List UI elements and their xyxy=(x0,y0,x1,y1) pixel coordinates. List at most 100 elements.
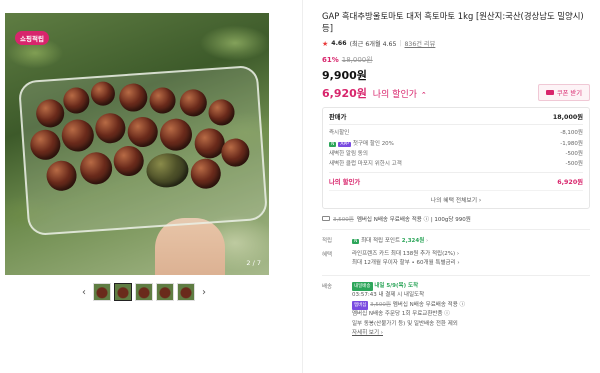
tomato-graphic xyxy=(79,151,114,186)
tomato-graphic xyxy=(148,86,177,115)
original-price: 18,000원 xyxy=(341,56,373,64)
breakdown-row-label: 즉시할인 xyxy=(329,130,350,137)
thumbnail[interactable] xyxy=(156,283,174,301)
section-divider xyxy=(322,274,590,276)
arrival-date: 내일 5/9(목) 도착 xyxy=(374,282,419,289)
delivery-cutoff: 03:57:43 내 결제 시 내일도착 xyxy=(352,292,425,299)
points-text-prefix: 최대 적립 포인트 xyxy=(361,237,401,244)
tomato-graphic xyxy=(145,151,190,189)
view-all-benefits-link[interactable]: 나의 혜택 전체보기 › xyxy=(329,189,583,204)
breakdown-head-value: 18,000원 xyxy=(552,114,583,121)
breakdown-total-label: 나의 할인가 xyxy=(329,178,361,186)
delivery-label: 배송 xyxy=(322,283,333,290)
tomorrow-delivery-pill: 내일배송 xyxy=(352,281,373,292)
breakdown-row-value: -500원 xyxy=(565,161,583,168)
coupon-icon xyxy=(545,90,554,95)
thumbnail[interactable] xyxy=(177,283,195,301)
membership-pill: 멤버십 xyxy=(352,300,369,311)
tomato-graphic xyxy=(94,112,127,145)
tomato-graphic xyxy=(29,128,62,161)
tomato-graphic xyxy=(220,137,251,168)
star-icon: ★ xyxy=(322,39,329,48)
breakdown-row-label: 첫구매 할인 20% xyxy=(352,140,394,147)
discount-line: 61% 18,000원 xyxy=(322,55,590,65)
shipping-summary: 3,500원 멤버십 N배송 무료배송 적용 ⓘ | 100g당 990원 xyxy=(322,215,590,223)
breakdown-row-value: -500원 xyxy=(565,150,583,157)
tomato-graphic xyxy=(118,82,149,113)
tomato-graphic xyxy=(178,88,208,118)
card-benefit-link[interactable]: 라인프렌즈 카드 최대 138원 추가 적립(2%) › xyxy=(352,250,590,260)
delivery-row: 배송 내일배송 내일 5/9(목) 도착 03:57:43 내 결제 시 내일도… xyxy=(322,281,590,339)
points-row[interactable]: 적립 N 최대 적립 포인트 2,324원 › xyxy=(322,236,590,244)
tomato-graphic xyxy=(45,159,78,192)
my-price-label: 나의 할인가 xyxy=(372,89,418,100)
delivery-arrive-line: 내일배송 내일 5/9(목) 도착 xyxy=(352,281,590,292)
product-gallery: 쇼핑적립 2 / 7 ‹ › xyxy=(0,0,300,373)
delivery-more-link[interactable]: 자세히 보기 › xyxy=(352,329,590,339)
tomato-graphic xyxy=(62,86,91,115)
breakdown-row-label-wrap: N APP 첫구매 할인 20% xyxy=(329,139,394,147)
coupon-button-label: 쿠폰 받기 xyxy=(556,90,582,97)
thumb-prev-arrow-icon[interactable]: ‹ xyxy=(78,287,90,298)
breakdown-row: 즉시할인 -8,100원 xyxy=(329,127,583,137)
membership-shipping-text: 멤버십 N배송 무료배송 적용 ⓘ xyxy=(392,301,466,308)
app-tag: APP xyxy=(338,141,351,147)
separator: | xyxy=(399,40,402,47)
breakdown-row: 새벽한 클럽 마포지 위한시 고객 -500원 xyxy=(329,158,583,168)
tomato-graphic xyxy=(35,98,66,129)
tomato-container-graphic xyxy=(17,64,269,237)
n-tag: N xyxy=(329,141,337,147)
truck-icon xyxy=(322,216,330,222)
chevron-up-icon: ⌃ xyxy=(420,90,427,99)
review-count-link[interactable]: 836건 리뷰 xyxy=(405,39,436,48)
tomato-graphic xyxy=(126,115,159,148)
breakdown-row-value: -8,100원 xyxy=(560,130,583,137)
points-amount: 2,324원 xyxy=(401,237,425,244)
section-divider xyxy=(322,228,590,230)
points-body: N 최대 적립 포인트 2,324원 › xyxy=(352,236,590,244)
breakdown-row: 새벽한 알림 동의 -500원 xyxy=(329,148,583,158)
breakdown-row: N APP 첫구매 할인 20% -1,980원 xyxy=(329,137,583,147)
shipping-summary-text: 멤버십 N배송 무료배송 적용 ⓘ | 100g당 990원 xyxy=(356,216,471,223)
price-breakdown-box: 판매가 18,000원 즉시할인 -8,100원 N APP 첫구매 할인 20% … xyxy=(322,107,590,209)
membership-original-fee: 3,500원 xyxy=(370,301,391,308)
shopping-points-badge: 쇼핑적립 xyxy=(15,31,49,45)
membership-shipping-line: 멤버십 3,500원 멤버십 N배송 무료배송 적용 ⓘ xyxy=(352,300,590,311)
product-main-image[interactable]: 쇼핑적립 2 / 7 xyxy=(5,13,269,275)
rating-score: 4.66 xyxy=(331,40,347,47)
rating-row: ★ 4.66 (최근 6개월 4.65 | 836건 리뷰 xyxy=(322,39,590,49)
tomato-graphic xyxy=(112,145,145,178)
my-price-row: 6,920원 나의 할인가 ⌃ 쿠폰 받기 xyxy=(322,84,590,101)
breakdown-total: 나의 할인가 6,920원 xyxy=(329,171,583,186)
my-discount-price[interactable]: 6,920원 나의 할인가 ⌃ xyxy=(322,85,427,101)
breakdown-head-label: 판매가 xyxy=(329,114,347,121)
discount-rate: 61% xyxy=(322,56,339,64)
thumbnail-strip: ‹ › xyxy=(78,283,210,301)
product-info-panel: GAP 흑대추방울토마토 대저 흑토마토 1kg [원산지:국산(경상남도 밀양… xyxy=(322,10,590,339)
thumbnail-active[interactable] xyxy=(114,283,132,301)
chevron-right-icon: › xyxy=(426,237,429,244)
points-label: 적립 xyxy=(322,237,333,244)
my-price-value: 6,920원 xyxy=(322,86,367,100)
tomato-graphic xyxy=(60,118,95,153)
image-page-indicator: 2 / 7 xyxy=(246,259,261,267)
benefits-body: 라인프렌즈 카드 최대 138원 추가 적립(2%) › 최대 12개월 무이자… xyxy=(352,250,590,269)
breakdown-head: 판매가 18,000원 xyxy=(329,113,583,125)
tomato-graphic xyxy=(90,80,116,107)
delivery-body: 내일배송 내일 5/9(목) 도착 03:57:43 내 결제 시 내일도착 멤… xyxy=(352,281,590,339)
shipping-original-fee: 3,500원 xyxy=(333,216,354,223)
sale-price: 9,900원 xyxy=(322,69,367,82)
thumbnail[interactable] xyxy=(93,283,111,301)
exclusion-note: 일부 동봉(산불가기 등) 및 일반배송 전환 제외 xyxy=(352,320,458,327)
breakdown-row-value: -1,980원 xyxy=(560,140,583,147)
benefits-row: 혜택 라인프렌즈 카드 최대 138원 추가 적립(2%) › 최대 12개월 … xyxy=(322,250,590,269)
coupon-button[interactable]: 쿠폰 받기 xyxy=(537,84,590,101)
thumb-next-arrow-icon[interactable]: › xyxy=(198,287,210,298)
breakdown-total-value: 6,920원 xyxy=(557,178,583,186)
installment-benefit-link[interactable]: 최대 12개월 무이자 할부 • 60개월 특별금리 › xyxy=(352,259,590,269)
breakdown-row-label: 새벽한 클럽 마포지 위한시 고객 xyxy=(329,161,402,168)
free-return-line: 멤버십 N배송 주문당 1회 무료교환반품 ⓘ xyxy=(352,311,450,318)
product-title: GAP 흑대추방울토마토 대저 흑토마토 1kg [원산지:국산(경상남도 밀양… xyxy=(322,11,584,33)
n-pay-pill: N xyxy=(352,238,360,244)
thumbnail[interactable] xyxy=(135,283,153,301)
